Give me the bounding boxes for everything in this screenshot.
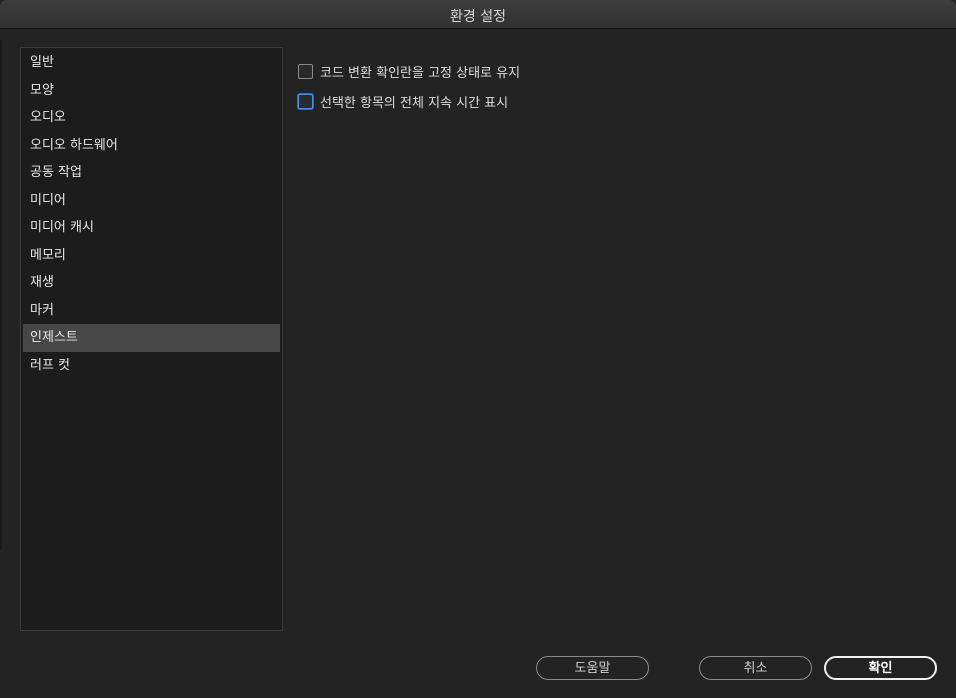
preferences-category-list[interactable]: 일반 모양 오디오 오디오 하드웨어 공동 작업 미디어 미디어 캐시 메모리 재생 마커 인제스트… [20, 47, 283, 631]
help-button[interactable]: 도움말 [536, 656, 649, 680]
sidebar-item[interactable]: 일반 [23, 49, 280, 77]
sidebar-item[interactable]: 공동 작업 [23, 159, 280, 187]
option-row[interactable]: 선택한 항목의 전체 지속 시간 표시 [298, 90, 520, 112]
sidebar-item[interactable]: 재생 [23, 269, 280, 297]
window-edge [0, 40, 2, 550]
sidebar-item[interactable]: 오디오 하드웨어 [23, 132, 280, 160]
option-label: 선택한 항목의 전체 지속 시간 표시 [320, 95, 509, 111]
sidebar-item[interactable]: 미디어 캐시 [23, 214, 280, 242]
sidebar-item[interactable]: 마커 [23, 297, 280, 325]
category-list: 일반 모양 오디오 오디오 하드웨어 공동 작업 미디어 미디어 캐시 메모리 재생 마커 인제스트… [21, 48, 282, 379]
window-title: 환경 설정 [450, 9, 506, 25]
option-checkbox[interactable] [298, 63, 313, 79]
option-checkbox[interactable] [298, 93, 313, 109]
sidebar-item[interactable]: 메모리 [23, 242, 280, 270]
ok-button[interactable]: 확인 [824, 656, 937, 680]
sidebar-item[interactable]: 인제스트 [23, 324, 280, 352]
preferences-window: 환경 설정 일반 모양 오디오 오디오 하드웨어 공동 작업 미디어 미디어 캐시 메모리 재생… [0, 0, 956, 698]
option-row[interactable]: 코드 변환 확인란을 고정 상태로 유지 [298, 60, 520, 82]
option-label: 코드 변환 확인란을 고정 상태로 유지 [320, 65, 521, 81]
sidebar-item[interactable]: 모양 [23, 77, 280, 105]
title-bar[interactable]: 환경 설정 [0, 0, 956, 29]
sidebar-item[interactable]: 미디어 [23, 187, 280, 215]
sidebar-item[interactable]: 오디오 [23, 104, 280, 132]
options-panel: 코드 변환 확인란을 고정 상태로 유지선택한 항목의 전체 지속 시간 표시 [298, 60, 520, 120]
cancel-button[interactable]: 취소 [699, 656, 812, 680]
sidebar-item[interactable]: 러프 컷 [23, 352, 280, 380]
